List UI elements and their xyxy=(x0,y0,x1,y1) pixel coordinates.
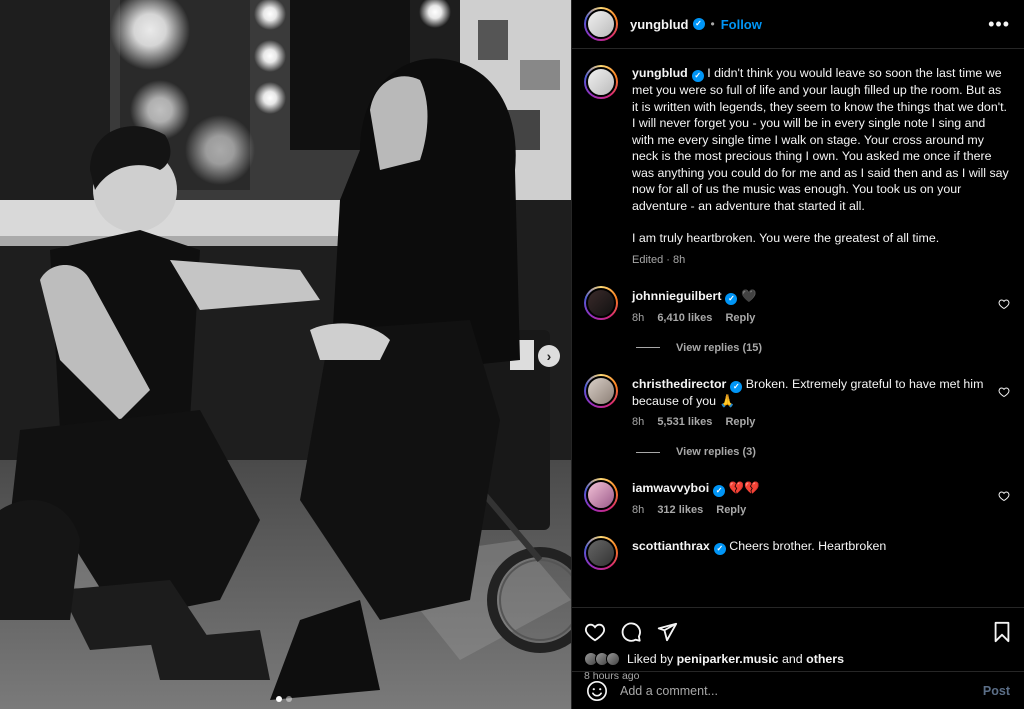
add-comment-bar: Post xyxy=(572,671,1024,709)
comment-time: 8h xyxy=(632,504,645,516)
like-heart-icon[interactable] xyxy=(584,621,606,643)
emoji-smiley-icon[interactable] xyxy=(586,680,608,702)
more-options-icon[interactable]: ••• xyxy=(988,15,1010,33)
comment-likes[interactable]: 5,531 likes xyxy=(657,416,712,428)
author-username[interactable]: yungblud xyxy=(630,17,689,32)
chevron-right-icon: › xyxy=(546,348,552,364)
commenter-avatar[interactable] xyxy=(584,536,618,570)
comment-time: 8h xyxy=(632,416,645,428)
commenter-username[interactable]: iamwavvyboi xyxy=(632,481,709,495)
verified-badge-icon: ✓ xyxy=(725,292,738,305)
comment: iamwavvyboi ✓ 💔💔 8h 312 likes Reply xyxy=(584,478,1010,516)
comment-text: 💔💔 xyxy=(728,481,760,495)
caption-text-2: I am truly heartbroken. You were the gre… xyxy=(632,231,940,245)
caption-text: I didn't think you would leave so soon t… xyxy=(632,66,1009,213)
liked-by-user[interactable]: peniparker.music xyxy=(677,652,779,666)
liked-by-prefix: Liked by xyxy=(627,652,674,666)
view-replies-button[interactable]: View replies (3) xyxy=(636,446,1010,458)
post-comment-button[interactable]: Post xyxy=(983,684,1010,698)
view-replies-button[interactable]: View replies (15) xyxy=(636,342,1010,354)
commenter-username[interactable]: johnnieguilbert xyxy=(632,289,721,303)
verified-badge-icon: ✓ xyxy=(713,485,726,497)
comment: christhedirector ✓ Broken. Extremely grat… xyxy=(584,373,1010,428)
comment-bubble-icon[interactable] xyxy=(620,621,642,643)
reply-button[interactable]: Reply xyxy=(725,416,755,428)
follow-button[interactable]: Follow xyxy=(721,17,762,32)
like-comment-heart-icon[interactable] xyxy=(998,298,1010,310)
verified-badge-icon: ✓ xyxy=(692,18,705,30)
carousel-next-button[interactable]: › xyxy=(538,345,560,367)
post-header: yungblud ✓ • Follow ••• xyxy=(572,0,1024,49)
reply-button[interactable]: Reply xyxy=(716,504,746,516)
verified-badge-icon: ✓ xyxy=(730,380,743,393)
like-comment-heart-icon[interactable] xyxy=(998,386,1010,398)
commenter-avatar[interactable] xyxy=(584,373,618,408)
comments-list[interactable]: yungblud ✓ I didn't think you would leave… xyxy=(572,49,1024,607)
view-replies-label: View replies (15) xyxy=(676,341,763,354)
caption: yungblud ✓ I didn't think you would leave… xyxy=(584,65,1010,266)
comment-likes[interactable]: 312 likes xyxy=(657,504,703,516)
comment: scottianthrax ✓ Cheers brother. Heartbrok… xyxy=(584,536,1010,570)
commenter-username[interactable]: christhedirector xyxy=(632,377,726,391)
photo-illustration xyxy=(0,0,571,709)
comment-text: 🖤 xyxy=(740,288,757,303)
comment-text: Cheers brother. Heartbroken xyxy=(729,539,887,553)
comment-input[interactable] xyxy=(620,683,983,698)
view-replies-label: View replies (3) xyxy=(676,446,756,458)
liked-by-others[interactable]: others xyxy=(806,652,844,666)
verified-badge-icon: ✓ xyxy=(691,70,704,82)
caption-meta: Edited · 8h xyxy=(632,253,686,266)
comment-time: 8h xyxy=(632,311,645,324)
commenter-avatar[interactable] xyxy=(584,478,618,512)
carousel-dot xyxy=(276,696,282,702)
verified-badge-icon: ✓ xyxy=(713,543,726,555)
save-bookmark-icon[interactable] xyxy=(992,621,1012,643)
share-paper-plane-icon[interactable] xyxy=(656,621,678,643)
liked-by: Liked by peniparker.music and others xyxy=(584,652,1012,666)
carousel-dot xyxy=(286,696,292,702)
caption-avatar[interactable] xyxy=(584,65,618,99)
post-details-panel: yungblud ✓ • Follow ••• yungblud ✓ I didn… xyxy=(571,0,1024,709)
post-photo[interactable]: › xyxy=(0,0,571,709)
caption-username[interactable]: yungblud xyxy=(632,66,688,80)
comment: johnnieguilbert ✓ 🖤 8h 6,410 likes Reply xyxy=(584,285,1010,324)
scroll-fade xyxy=(572,597,1024,607)
header-separator: • xyxy=(710,17,715,31)
comment-likes[interactable]: 6,410 likes xyxy=(657,312,712,324)
carousel-indicator xyxy=(276,696,292,702)
commenter-username[interactable]: scottianthrax xyxy=(632,539,710,553)
replies-line xyxy=(636,347,660,348)
commenter-avatar[interactable] xyxy=(584,285,618,320)
liked-by-and: and xyxy=(782,652,803,666)
replies-line xyxy=(636,451,660,453)
liker-avatar xyxy=(606,652,620,666)
author-avatar[interactable] xyxy=(584,7,618,41)
reply-button[interactable]: Reply xyxy=(725,312,755,324)
like-comment-heart-icon[interactable] xyxy=(998,490,1010,502)
